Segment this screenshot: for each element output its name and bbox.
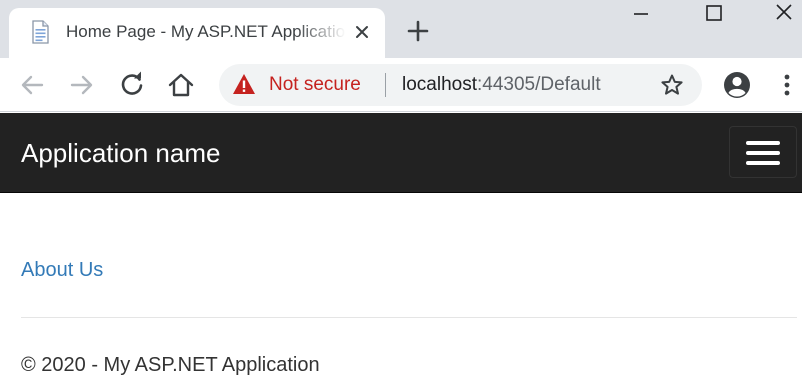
profile-icon[interactable]	[722, 70, 752, 100]
forward-arrow-icon[interactable]	[67, 70, 97, 100]
site-navbar: Application name	[0, 113, 802, 193]
warning-icon[interactable]	[232, 73, 256, 95]
bookmark-star-icon[interactable]	[660, 73, 684, 97]
security-status[interactable]: Not secure	[269, 73, 361, 97]
hamburger-icon	[746, 161, 780, 165]
maximize-icon[interactable]	[690, 0, 736, 28]
url-host: localhost	[402, 74, 477, 95]
address-bar[interactable]: Not secure localhost:44305/Default	[219, 64, 702, 106]
site-brand-link[interactable]: Application name	[21, 138, 220, 168]
browser-toolbar: Not secure localhost:44305/Default	[0, 58, 802, 112]
new-tab-icon[interactable]	[404, 17, 432, 45]
more-menu-icon[interactable]	[772, 70, 802, 100]
footer-divider	[21, 317, 797, 318]
tab-title: Home Page - My ASP.NET Application	[66, 22, 346, 41]
document-icon	[32, 20, 49, 44]
navbar-toggle-button[interactable]	[729, 126, 797, 178]
close-window-icon[interactable]	[760, 0, 802, 28]
back-arrow-icon[interactable]	[17, 70, 47, 100]
tab-strip: Home Page - My ASP.NET Application	[0, 0, 802, 58]
reload-icon[interactable]	[117, 70, 147, 100]
hamburger-icon	[746, 151, 780, 155]
minimize-icon[interactable]	[618, 0, 664, 28]
about-us-link[interactable]: About Us	[21, 257, 103, 283]
url-path: :44305/Default	[477, 74, 601, 95]
close-tab-icon[interactable]	[352, 22, 372, 42]
hamburger-icon	[746, 141, 780, 145]
home-icon[interactable]	[166, 70, 196, 100]
url-text[interactable]: localhost:44305/Default	[402, 73, 601, 97]
address-divider	[385, 73, 386, 97]
footer-copyright: © 2020 - My ASP.NET Application	[21, 354, 320, 376]
browser-tab[interactable]: Home Page - My ASP.NET Application	[9, 8, 385, 58]
